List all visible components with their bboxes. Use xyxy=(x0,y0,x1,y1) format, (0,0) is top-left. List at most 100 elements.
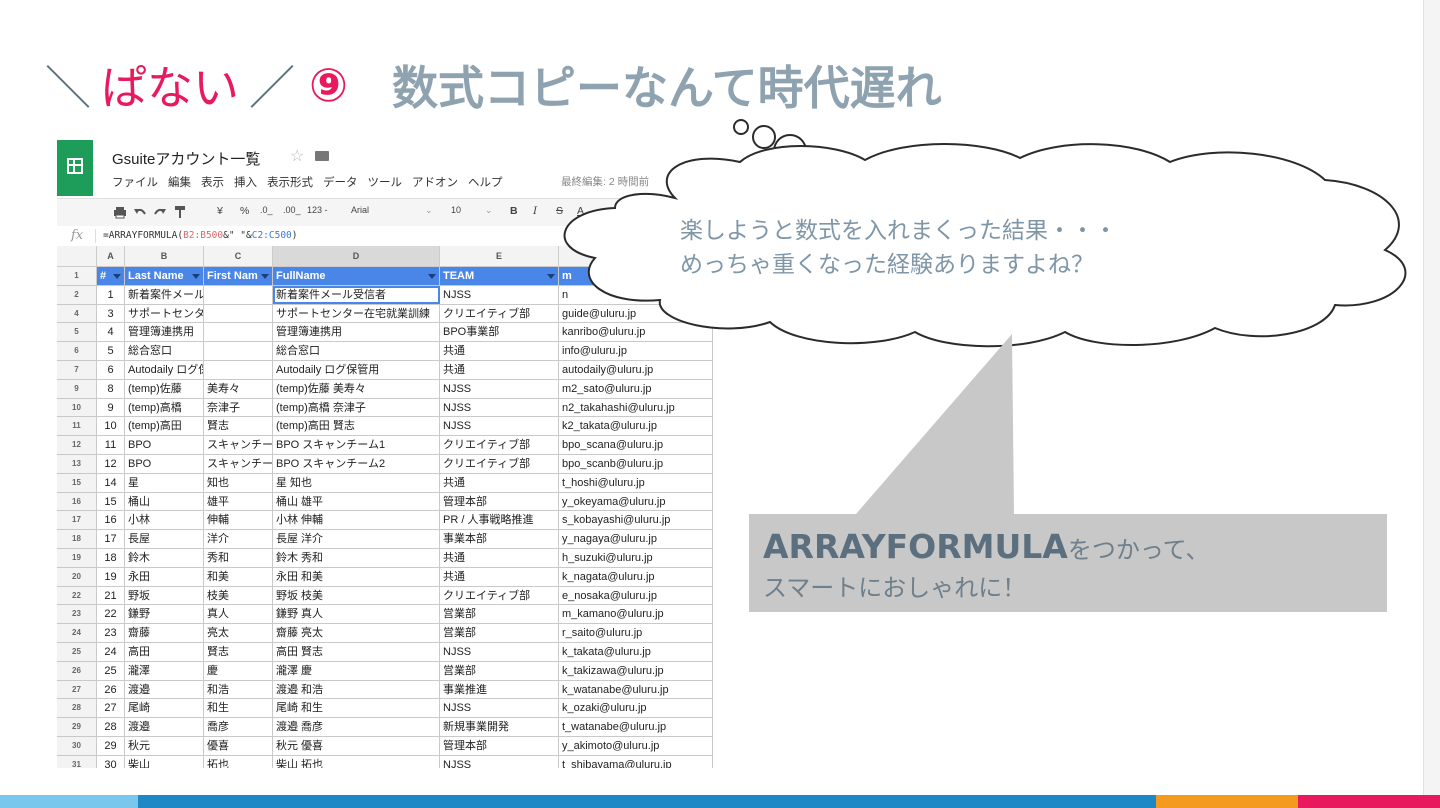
cell-num[interactable]: 10 xyxy=(97,417,125,436)
row-number[interactable]: 13 xyxy=(57,454,97,473)
cell-last-name[interactable]: 柴山 xyxy=(125,755,204,768)
cell-fullname[interactable]: Autodaily ログ保管用 xyxy=(273,360,440,379)
cell-last-name[interactable]: 管理簿連携用 xyxy=(125,323,204,342)
cell-last-name[interactable]: BPO xyxy=(125,454,204,473)
cell-num[interactable]: 16 xyxy=(97,511,125,530)
cell-first-name[interactable]: 雄平 xyxy=(204,492,273,511)
cell-fullname[interactable]: 小林 伸輔 xyxy=(273,511,440,530)
header-cell-last-name[interactable]: Last Name xyxy=(125,267,204,285)
cell-mail[interactable]: bpo_scanb@uluru.jp xyxy=(559,454,713,473)
cell-num[interactable]: 19 xyxy=(97,567,125,586)
cell-mail[interactable]: e_nosaka@uluru.jp xyxy=(559,586,713,605)
cell-last-name[interactable]: (temp)高田 xyxy=(125,417,204,436)
cell-num[interactable]: 27 xyxy=(97,699,125,718)
header-cell-num[interactable]: # xyxy=(97,267,125,285)
cell-team[interactable]: クリエイティブ部 xyxy=(440,454,559,473)
cell-mail[interactable]: t_shibayama@uluru.jp xyxy=(559,755,713,768)
row-number[interactable]: 29 xyxy=(57,718,97,736)
cell-first-name[interactable] xyxy=(204,360,273,379)
cell-mail[interactable]: m_kamano@uluru.jp xyxy=(559,605,713,624)
cell-last-name[interactable]: (temp)高橋 xyxy=(125,398,204,417)
row-number[interactable]: 10 xyxy=(57,398,97,417)
column-header-d[interactable]: D xyxy=(273,246,440,266)
cell-mail[interactable]: k2_takata@uluru.jp xyxy=(559,417,713,436)
cell-fullname[interactable]: 齋藤 亮太 xyxy=(273,624,440,642)
cell-last-name[interactable]: Autodaily ログ保管用 xyxy=(125,360,204,379)
cell-num[interactable]: 8 xyxy=(97,379,125,398)
cell-team[interactable]: 事業本部 xyxy=(440,530,559,548)
cell-num[interactable]: 28 xyxy=(97,718,125,736)
cell-last-name[interactable]: 瀧澤 xyxy=(125,661,204,680)
cell-num[interactable]: 24 xyxy=(97,642,125,661)
menu-insert[interactable]: 挿入 xyxy=(234,174,257,190)
cell-mail[interactable]: y_nagaya@uluru.jp xyxy=(559,530,713,548)
cell-team[interactable]: 共通 xyxy=(440,567,559,586)
cell-fullname[interactable]: 高田 賢志 xyxy=(273,642,440,661)
row-number[interactable]: 4 xyxy=(57,304,97,323)
cell-first-name[interactable]: 慶 xyxy=(204,661,273,680)
row-number[interactable]: 23 xyxy=(57,605,97,624)
cell-team[interactable]: 営業部 xyxy=(440,624,559,642)
doc-title[interactable]: Gsuiteアカウント一覧 xyxy=(112,148,260,169)
cell-fullname[interactable]: 桶山 雄平 xyxy=(273,492,440,511)
cell-mail[interactable]: k_takata@uluru.jp xyxy=(559,642,713,661)
cell-team[interactable]: NJSS xyxy=(440,755,559,768)
cell-fullname[interactable]: 渡邉 喬彦 xyxy=(273,718,440,736)
menu-data[interactable]: データ xyxy=(323,174,358,190)
cell-first-name[interactable]: 拓也 xyxy=(204,755,273,768)
undo-icon[interactable] xyxy=(133,206,147,219)
row-number[interactable]: 17 xyxy=(57,511,97,530)
cell-num[interactable]: 11 xyxy=(97,436,125,454)
cell-last-name[interactable]: 鎌野 xyxy=(125,605,204,624)
formula-text[interactable]: =ARRAYFORMULA(B2:B500&" "&C2:C500) xyxy=(103,230,298,241)
cell-first-name[interactable]: スキャンチー xyxy=(204,454,273,473)
cell-team[interactable]: 事業推進 xyxy=(440,680,559,699)
cell-num[interactable]: 25 xyxy=(97,661,125,680)
filter-icon[interactable] xyxy=(113,274,121,279)
cell-fullname[interactable]: サポートセンター在宅就業訓練 xyxy=(273,304,440,323)
cell-first-name[interactable]: スキャンチー xyxy=(204,436,273,454)
row-number[interactable]: 6 xyxy=(57,342,97,360)
menu-format[interactable]: 表示形式 xyxy=(267,174,313,190)
row-number[interactable]: 28 xyxy=(57,699,97,718)
cell-team[interactable]: 新規事業開発 xyxy=(440,718,559,736)
menu-view[interactable]: 表示 xyxy=(201,174,224,190)
cell-num[interactable]: 30 xyxy=(97,755,125,768)
row-number[interactable]: 9 xyxy=(57,379,97,398)
cell-fullname[interactable]: 長屋 洋介 xyxy=(273,530,440,548)
row-number[interactable]: 19 xyxy=(57,548,97,567)
cell-last-name[interactable]: 新着案件メール受信者 xyxy=(125,285,204,304)
cell-fullname[interactable]: BPO スキャンチーム1 xyxy=(273,436,440,454)
cell-fullname[interactable]: 総合窓口 xyxy=(273,342,440,360)
cell-num[interactable]: 26 xyxy=(97,680,125,699)
cell-last-name[interactable]: 渡邉 xyxy=(125,680,204,699)
cell-fullname[interactable]: 柴山 拓也 xyxy=(273,755,440,768)
cell-num[interactable]: 21 xyxy=(97,586,125,605)
cell-last-name[interactable]: 秋元 xyxy=(125,736,204,755)
column-header-b[interactable]: B xyxy=(125,246,204,266)
cell-first-name[interactable]: 亮太 xyxy=(204,624,273,642)
column-header-c[interactable]: C xyxy=(204,246,273,266)
cell-last-name[interactable]: (temp)佐藤 xyxy=(125,379,204,398)
percent-button[interactable]: % xyxy=(240,205,249,217)
cell-last-name[interactable]: 渡邉 xyxy=(125,718,204,736)
cell-last-name[interactable]: 桶山 xyxy=(125,492,204,511)
cell-last-name[interactable]: BPO xyxy=(125,436,204,454)
cell-fullname[interactable]: 野坂 枝美 xyxy=(273,586,440,605)
cell-first-name[interactable]: 和生 xyxy=(204,699,273,718)
cell-first-name[interactable] xyxy=(204,304,273,323)
cell-first-name[interactable] xyxy=(204,285,273,304)
menu-tools[interactable]: ツール xyxy=(368,174,403,190)
cell-fullname[interactable]: 瀧澤 慶 xyxy=(273,661,440,680)
cell-mail[interactable]: t_hoshi@uluru.jp xyxy=(559,473,713,492)
cell-mail[interactable]: k_takizawa@uluru.jp xyxy=(559,661,713,680)
cell-mail[interactable]: n2_takahashi@uluru.jp xyxy=(559,398,713,417)
cell-first-name[interactable]: 優喜 xyxy=(204,736,273,755)
row-number[interactable]: 1 xyxy=(57,267,97,285)
cell-last-name[interactable]: 齋藤 xyxy=(125,624,204,642)
cell-first-name[interactable]: 知也 xyxy=(204,473,273,492)
cell-fullname[interactable]: 永田 和美 xyxy=(273,567,440,586)
row-number[interactable]: 25 xyxy=(57,642,97,661)
cell-mail[interactable]: k_ozaki@uluru.jp xyxy=(559,699,713,718)
column-header-a[interactable]: A xyxy=(97,246,125,266)
